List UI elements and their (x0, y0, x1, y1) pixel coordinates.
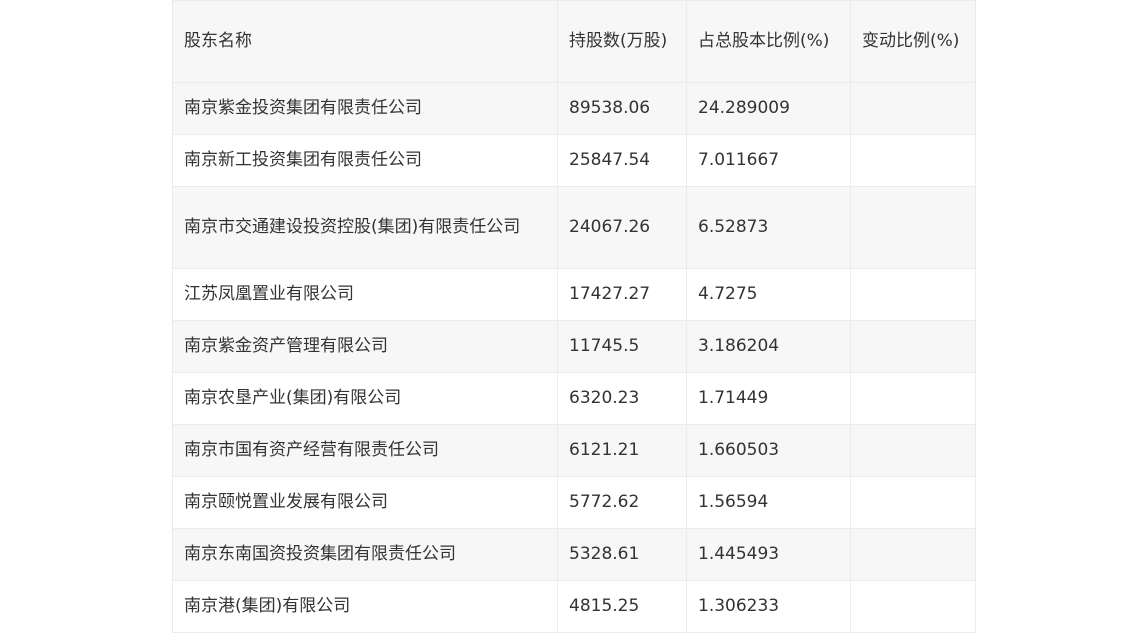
table-row: 南京市交通建设投资控股(集团)有限责任公司 24067.26 6.52873 (172, 186, 976, 269)
table-row: 江苏凤凰置业有限公司 17427.27 4.7275 (172, 268, 976, 321)
header-ratio: 占总股本比例(%) (686, 0, 851, 83)
cell-shares: 11745.5 (557, 320, 687, 373)
cell-change (850, 186, 976, 269)
cell-change (850, 424, 976, 477)
cell-shares: 25847.54 (557, 134, 687, 187)
cell-shares: 24067.26 (557, 186, 687, 269)
cell-name: 南京市交通建设投资控股(集团)有限责任公司 (172, 186, 558, 269)
table-row: 南京港(集团)有限公司 4815.25 1.306233 (172, 580, 976, 633)
cell-ratio: 1.445493 (686, 528, 851, 581)
cell-change (850, 580, 976, 633)
header-shareholder-name: 股东名称 (172, 0, 558, 83)
cell-change (850, 528, 976, 581)
cell-ratio: 3.186204 (686, 320, 851, 373)
cell-shares: 4815.25 (557, 580, 687, 633)
shareholder-table-container: 股东名称 持股数(万股) 占总股本比例(%) 变动比例(%) 南京紫金投资集团有… (172, 0, 976, 633)
cell-change (850, 134, 976, 187)
table-row: 南京颐悦置业发展有限公司 5772.62 1.56594 (172, 476, 976, 529)
shareholder-table: 股东名称 持股数(万股) 占总股本比例(%) 变动比例(%) 南京紫金投资集团有… (172, 0, 976, 633)
cell-change (850, 82, 976, 135)
table-row: 南京农垦产业(集团)有限公司 6320.23 1.71449 (172, 372, 976, 425)
cell-name: 南京颐悦置业发展有限公司 (172, 476, 558, 529)
table-header-row: 股东名称 持股数(万股) 占总股本比例(%) 变动比例(%) (172, 0, 976, 83)
cell-ratio: 6.52873 (686, 186, 851, 269)
cell-name: 南京港(集团)有限公司 (172, 580, 558, 633)
cell-shares: 5328.61 (557, 528, 687, 581)
cell-name: 南京新工投资集团有限责任公司 (172, 134, 558, 187)
cell-ratio: 1.660503 (686, 424, 851, 477)
table-row: 南京紫金投资集团有限责任公司 89538.06 24.289009 (172, 82, 976, 135)
cell-shares: 6320.23 (557, 372, 687, 425)
cell-name: 南京东南国资投资集团有限责任公司 (172, 528, 558, 581)
cell-name: 江苏凤凰置业有限公司 (172, 268, 558, 321)
cell-ratio: 7.011667 (686, 134, 851, 187)
cell-ratio: 1.56594 (686, 476, 851, 529)
header-change: 变动比例(%) (850, 0, 976, 83)
cell-ratio: 24.289009 (686, 82, 851, 135)
cell-ratio: 4.7275 (686, 268, 851, 321)
cell-change (850, 320, 976, 373)
table-row: 南京市国有资产经营有限责任公司 6121.21 1.660503 (172, 424, 976, 477)
cell-change (850, 372, 976, 425)
cell-name: 南京紫金投资集团有限责任公司 (172, 82, 558, 135)
cell-shares: 89538.06 (557, 82, 687, 135)
cell-change (850, 476, 976, 529)
cell-name: 南京市国有资产经营有限责任公司 (172, 424, 558, 477)
cell-ratio: 1.306233 (686, 580, 851, 633)
cell-shares: 5772.62 (557, 476, 687, 529)
table-row: 南京东南国资投资集团有限责任公司 5328.61 1.445493 (172, 528, 976, 581)
cell-ratio: 1.71449 (686, 372, 851, 425)
header-shares: 持股数(万股) (557, 0, 687, 83)
cell-change (850, 268, 976, 321)
cell-name: 南京农垦产业(集团)有限公司 (172, 372, 558, 425)
table-row: 南京新工投资集团有限责任公司 25847.54 7.011667 (172, 134, 976, 187)
cell-shares: 6121.21 (557, 424, 687, 477)
cell-shares: 17427.27 (557, 268, 687, 321)
table-row: 南京紫金资产管理有限公司 11745.5 3.186204 (172, 320, 976, 373)
cell-name: 南京紫金资产管理有限公司 (172, 320, 558, 373)
